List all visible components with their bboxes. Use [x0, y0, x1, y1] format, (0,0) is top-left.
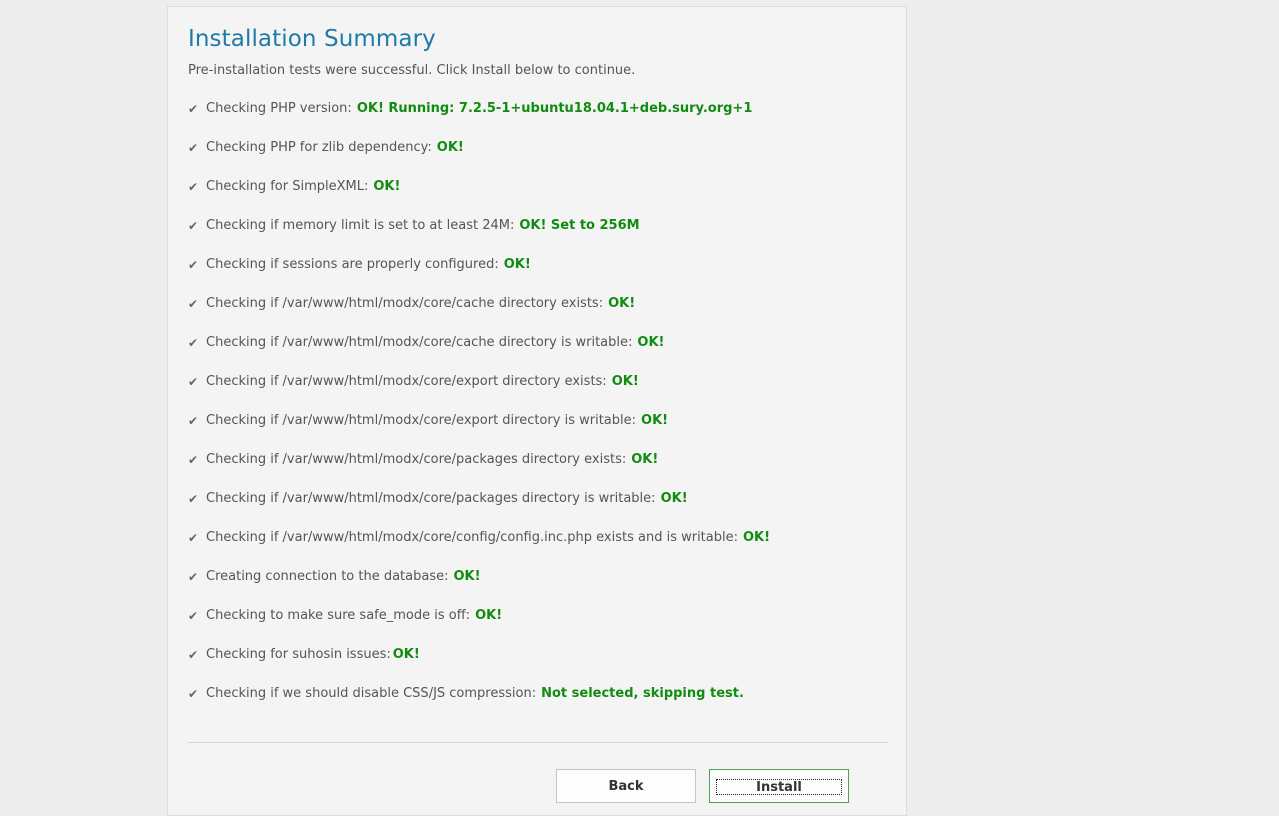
check-icon: ✔: [188, 648, 199, 662]
check-label: Checking if /var/www/html/modx/core/pack…: [206, 452, 627, 467]
check-result: OK!: [631, 452, 659, 467]
check-item: ✔ Checking if /var/www/html/modx/core/ex…: [188, 373, 770, 412]
check-label: Checking PHP for zlib dependency:: [206, 140, 432, 155]
check-item: ✔ Checking for suhosin issues: OK!: [188, 646, 770, 685]
check-icon: ✔: [188, 297, 199, 311]
intro-text: Pre-installation tests were successful. …: [188, 63, 636, 78]
check-result: OK!: [503, 257, 531, 272]
check-item: ✔ Checking if memory limit is set to at …: [188, 217, 770, 256]
check-result: OK!: [373, 179, 401, 194]
check-item: ✔ Checking if /var/www/html/modx/core/pa…: [188, 451, 770, 490]
check-icon: ✔: [188, 609, 199, 623]
page-title: Installation Summary: [188, 26, 436, 52]
check-icon: ✔: [188, 414, 199, 428]
check-label: Checking if sessions are properly config…: [206, 257, 499, 272]
check-label: Checking if we should disable CSS/JS com…: [206, 686, 537, 701]
check-result: OK!: [611, 374, 639, 389]
check-result: OK!: [660, 491, 688, 506]
check-item: ✔ Checking if we should disable CSS/JS c…: [188, 685, 770, 724]
check-item: ✔ Checking if /var/www/html/modx/core/ca…: [188, 334, 770, 373]
check-icon: ✔: [188, 492, 199, 506]
check-item: ✔ Checking for SimpleXML: OK!: [188, 178, 770, 217]
check-label: Checking to make sure safe_mode is off:: [206, 608, 471, 623]
check-label: Checking if memory limit is set to at le…: [206, 218, 515, 233]
check-label: Checking if /var/www/html/modx/core/conf…: [206, 530, 738, 545]
check-item: ✔ Checking if /var/www/html/modx/core/pa…: [188, 490, 770, 529]
install-button[interactable]: Install: [709, 769, 849, 803]
check-icon: ✔: [188, 219, 199, 233]
check-icon: ✔: [188, 375, 199, 389]
check-icon: ✔: [188, 570, 199, 584]
check-list: ✔ Checking PHP version: OK! Running: 7.2…: [188, 100, 770, 724]
check-result: OK! Running: 7.2.5-1+ubuntu18.04.1+deb.s…: [356, 101, 753, 116]
check-item: ✔ Creating connection to the database: O…: [188, 568, 770, 607]
install-button-label: Install: [716, 779, 842, 795]
check-label: Checking for SimpleXML:: [206, 179, 369, 194]
check-result: OK!: [743, 530, 771, 545]
check-result: Not selected, skipping test.: [541, 686, 744, 701]
check-item: ✔ Checking PHP version: OK! Running: 7.2…: [188, 100, 770, 139]
check-icon: ✔: [188, 531, 199, 545]
check-icon: ✔: [188, 180, 199, 194]
check-label: Checking PHP version:: [206, 101, 352, 116]
check-item: ✔ Checking if /var/www/html/modx/core/ex…: [188, 412, 770, 451]
back-button[interactable]: Back: [556, 769, 696, 803]
check-label: Checking if /var/www/html/modx/core/expo…: [206, 374, 607, 389]
check-icon: ✔: [188, 687, 199, 701]
check-item: ✔ Checking if sessions are properly conf…: [188, 256, 770, 295]
check-item: ✔ Checking if /var/www/html/modx/core/ca…: [188, 295, 770, 334]
check-icon: ✔: [188, 102, 199, 116]
check-icon: ✔: [188, 453, 199, 467]
check-icon: ✔: [188, 336, 199, 350]
check-result: OK! Set to 256M: [519, 218, 640, 233]
check-result: OK!: [641, 413, 669, 428]
check-label: Creating connection to the database:: [206, 569, 449, 584]
check-icon: ✔: [188, 258, 199, 272]
check-result: OK!: [475, 608, 503, 623]
check-result: OK!: [637, 335, 665, 350]
check-item: ✔ Checking PHP for zlib dependency: OK!: [188, 139, 770, 178]
check-result: OK!: [436, 140, 464, 155]
divider: [188, 742, 888, 743]
check-item: ✔ Checking if /var/www/html/modx/core/co…: [188, 529, 770, 568]
check-label: Checking if /var/www/html/modx/core/expo…: [206, 413, 637, 428]
installation-summary-panel: Installation Summary Pre-installation te…: [167, 6, 907, 816]
check-result: OK!: [608, 296, 636, 311]
check-result: OK!: [453, 569, 481, 584]
check-icon: ✔: [188, 141, 199, 155]
check-label: Checking if /var/www/html/modx/core/pack…: [206, 491, 656, 506]
check-label: Checking if /var/www/html/modx/core/cach…: [206, 335, 633, 350]
check-label: Checking if /var/www/html/modx/core/cach…: [206, 296, 604, 311]
check-item: ✔ Checking to make sure safe_mode is off…: [188, 607, 770, 646]
check-result: OK!: [392, 647, 420, 662]
check-label: Checking for suhosin issues:: [206, 647, 391, 662]
